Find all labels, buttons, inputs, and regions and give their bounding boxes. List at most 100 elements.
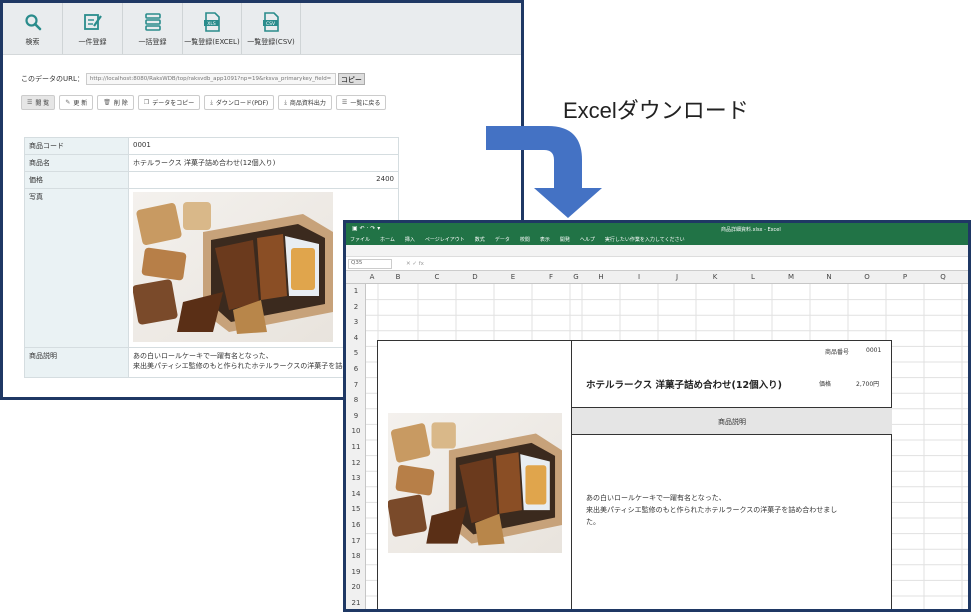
ribbon-tab[interactable]: 校閲 <box>520 236 530 243</box>
url-field[interactable]: http://localhost:8080/RaksWDB/top/raksvd… <box>85 73 336 85</box>
row-header[interactable]: 12 <box>346 459 366 467</box>
ribbon-tab[interactable]: ヘルプ <box>580 236 595 243</box>
row-header[interactable]: 17 <box>346 537 366 545</box>
spreadsheet-grid[interactable]: ABCDEFGHIJKLMNOPQ 1 2 3 4 5 6 7 8 9 10 11 12 13 14 15 1… <box>346 271 968 609</box>
product-name-label: 商品名 <box>24 154 129 172</box>
toolbar-search-button[interactable]: 検索 <box>3 3 63 54</box>
column-header[interactable]: D <box>456 273 494 281</box>
row-header[interactable]: 18 <box>346 552 366 560</box>
toolbar-excel-register-label: 一覧登録(EXCEL) <box>184 37 240 46</box>
column-header[interactable]: G <box>570 273 582 281</box>
column-header[interactable]: P <box>886 273 924 281</box>
copy-icon: ❐ <box>143 99 150 106</box>
excel-window: ▣ ↶ · ↷ ▾ 商品詳細資料.xlsx - Excel ファイル ホーム 挿… <box>343 220 971 612</box>
toolbar-search-label: 検索 <box>25 37 40 46</box>
row-header[interactable]: 10 <box>346 427 366 435</box>
table-row: 商品コード 0001 <box>24 137 399 155</box>
column-header[interactable]: B <box>378 273 418 281</box>
column-header[interactable]: C <box>418 273 456 281</box>
download-pdf-button[interactable]: ⤓ ダウンロード(PDF) <box>204 95 275 110</box>
excel-title-bar: ▣ ↶ · ↷ ▾ 商品詳細資料.xlsx - Excel <box>346 223 968 234</box>
row-header[interactable]: 2 <box>346 303 366 311</box>
price-value: 2400 <box>128 171 399 189</box>
copy-data-button-label: データをコピー <box>152 100 195 107</box>
ribbon-collapsed-area <box>346 245 968 257</box>
column-header[interactable]: O <box>848 273 886 281</box>
quick-access-icons: ▣ ↶ · ↷ ▾ <box>352 225 381 232</box>
csv-file-icon: CSV <box>260 11 282 33</box>
column-header[interactable]: M <box>772 273 810 281</box>
product-photo <box>388 413 562 553</box>
toolbar-csv-register-label: 一覧登録(CSV) <box>247 37 295 46</box>
back-to-list-button[interactable]: ☰ 一覧に戻る <box>335 95 387 110</box>
column-header[interactable]: K <box>696 273 734 281</box>
row-header[interactable]: 9 <box>346 412 366 420</box>
row-header[interactable]: 3 <box>346 318 366 326</box>
column-header[interactable]: J <box>658 273 696 281</box>
tell-me-box[interactable]: 実行したい作業を入力してください <box>605 236 685 243</box>
row-header[interactable]: 14 <box>346 490 366 498</box>
description-line: 来出美パティシエ監修のもと作られたホテルラークスの洋菓子を詰め合わせまし <box>586 506 838 514</box>
formula-bar: Q35 ✕ ✓ fx <box>346 257 968 271</box>
ribbon-tab[interactable]: 数式 <box>475 236 485 243</box>
row-header[interactable]: 6 <box>346 365 366 373</box>
column-header[interactable]: Q <box>924 273 962 281</box>
table-row: 商品名 ホテルラークス 洋菓子詰め合わせ(12個入り) <box>24 154 399 172</box>
ribbon-tab[interactable]: 表示 <box>540 236 550 243</box>
ribbon-tab[interactable]: 挿入 <box>405 236 415 243</box>
update-button[interactable]: ✎ 更 新 <box>59 95 94 110</box>
ribbon-tab[interactable]: ホーム <box>380 236 395 243</box>
view-button[interactable]: ☰ 閲 覧 <box>21 95 56 110</box>
column-header[interactable]: L <box>734 273 772 281</box>
column-header[interactable]: A <box>366 273 378 281</box>
ribbon-tab[interactable]: 開発 <box>560 236 570 243</box>
product-sheet-form: 商品番号 0001 ホテルラークス 洋菓子詰め合わせ(12個入り) 価格 2,7… <box>377 340 892 609</box>
toolbar-bulk-register-label: 一括登録 <box>138 37 167 46</box>
name-box[interactable]: Q35 <box>348 258 392 269</box>
svg-text:XLS: XLS <box>207 20 216 26</box>
product-code-label: 商品コード <box>24 137 129 155</box>
row-header[interactable]: 4 <box>346 334 366 342</box>
toolbar-csv-register-button[interactable]: CSV 一覧登録(CSV) <box>242 3 301 54</box>
ribbon-tab[interactable]: ファイル <box>350 236 370 243</box>
column-header[interactable]: N <box>810 273 848 281</box>
row-header[interactable]: 19 <box>346 568 366 576</box>
product-photo <box>131 192 333 342</box>
column-header[interactable]: H <box>582 273 620 281</box>
list-icon: ☰ <box>341 99 348 106</box>
row-header[interactable]: 8 <box>346 396 366 404</box>
column-header[interactable]: E <box>494 273 532 281</box>
ribbon-tab[interactable]: データ <box>495 236 510 243</box>
row-header[interactable]: 20 <box>346 583 366 591</box>
row-header[interactable]: 1 <box>346 287 366 295</box>
column-headers: ABCDEFGHIJKLMNOPQ <box>346 271 968 284</box>
copy-data-button[interactable]: ❐ データをコピー <box>137 95 201 110</box>
row-headers: 1 2 3 4 5 6 7 8 9 10 11 12 13 14 15 16 17 18 19 20 21 <box>346 284 366 609</box>
row-header[interactable]: 5 <box>346 349 366 357</box>
row-header[interactable]: 13 <box>346 474 366 482</box>
toolbar-bulk-register-button[interactable]: 一括登録 <box>123 3 183 54</box>
description-header: 商品説明 <box>718 418 746 426</box>
row-header[interactable]: 21 <box>346 599 366 607</box>
copy-url-button[interactable]: コピー <box>337 73 365 85</box>
delete-button[interactable]: 🗑 削 除 <box>97 95 134 110</box>
description-label: 商品説明 <box>24 347 129 378</box>
delete-button-label: 削 除 <box>113 100 128 107</box>
column-header[interactable]: F <box>532 273 570 281</box>
ribbon-tab[interactable]: ページレイアウト <box>425 236 465 243</box>
description-header-band: 商品説明 <box>572 407 892 435</box>
column-header[interactable]: I <box>620 273 658 281</box>
row-header[interactable]: 7 <box>346 381 366 389</box>
row-header[interactable]: 15 <box>346 505 366 513</box>
product-name-value: ホテルラークス 洋菓子詰め合わせ(12個入り) <box>128 154 399 172</box>
trash-icon: 🗑 <box>103 99 111 106</box>
formula-icons: ✕ ✓ fx <box>406 260 424 267</box>
row-header[interactable]: 11 <box>346 443 366 451</box>
toolbar-single-register-button[interactable]: 一件登録 <box>63 3 123 54</box>
export-product-doc-button[interactable]: ⤓ 商品資料出力 <box>278 95 332 110</box>
product-title: ホテルラークス 洋菓子詰め合わせ(12個入り) <box>586 380 782 391</box>
toolbar-excel-register-button[interactable]: XLS 一覧登録(EXCEL) <box>183 3 242 54</box>
row-header[interactable]: 16 <box>346 521 366 529</box>
pencil-icon: ✎ <box>65 99 71 106</box>
product-number-value: 0001 <box>866 347 882 354</box>
